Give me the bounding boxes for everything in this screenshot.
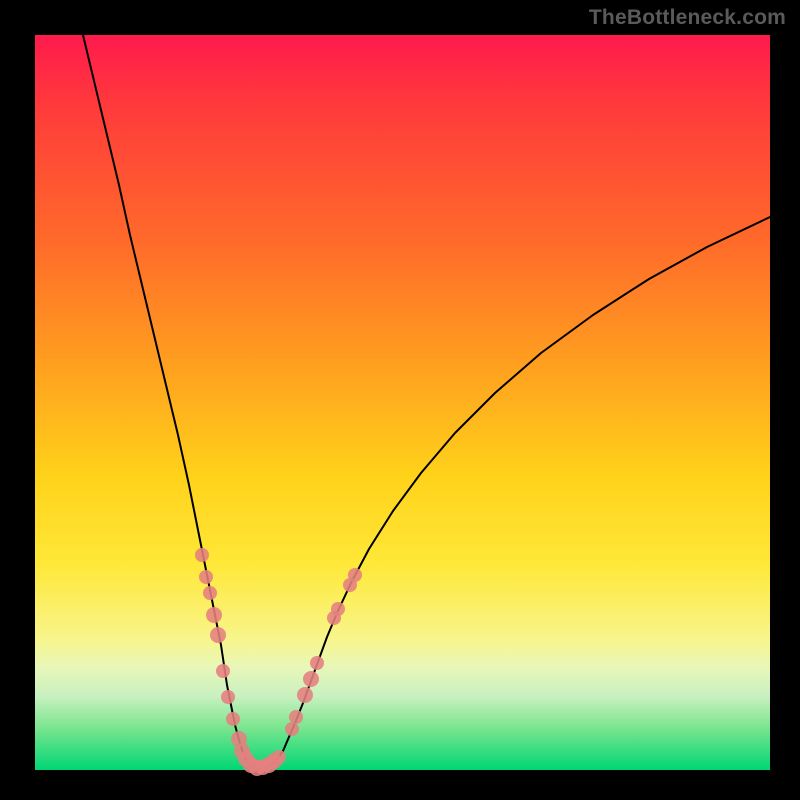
data-dot xyxy=(272,750,286,764)
bottleneck-curve-right xyxy=(258,217,770,769)
data-dot xyxy=(348,568,362,582)
bottleneck-curve-left xyxy=(83,35,258,769)
data-dot xyxy=(331,602,345,616)
data-dot xyxy=(303,671,319,687)
data-dot xyxy=(297,687,313,703)
plot-area xyxy=(35,35,770,770)
data-dot xyxy=(226,712,240,726)
chart-frame: TheBottleneck.com xyxy=(0,0,800,800)
data-dot xyxy=(285,722,299,736)
data-dot xyxy=(199,570,213,584)
curve-layer xyxy=(35,35,770,770)
data-dot xyxy=(216,664,230,678)
watermark-label: TheBottleneck.com xyxy=(589,6,786,30)
data-dots-group xyxy=(195,548,362,776)
data-dot xyxy=(310,656,324,670)
data-dot xyxy=(206,607,222,623)
data-dot xyxy=(195,548,209,562)
data-dot xyxy=(203,586,217,600)
data-dot xyxy=(221,690,235,704)
data-dot xyxy=(289,710,303,724)
data-dot xyxy=(210,627,226,643)
